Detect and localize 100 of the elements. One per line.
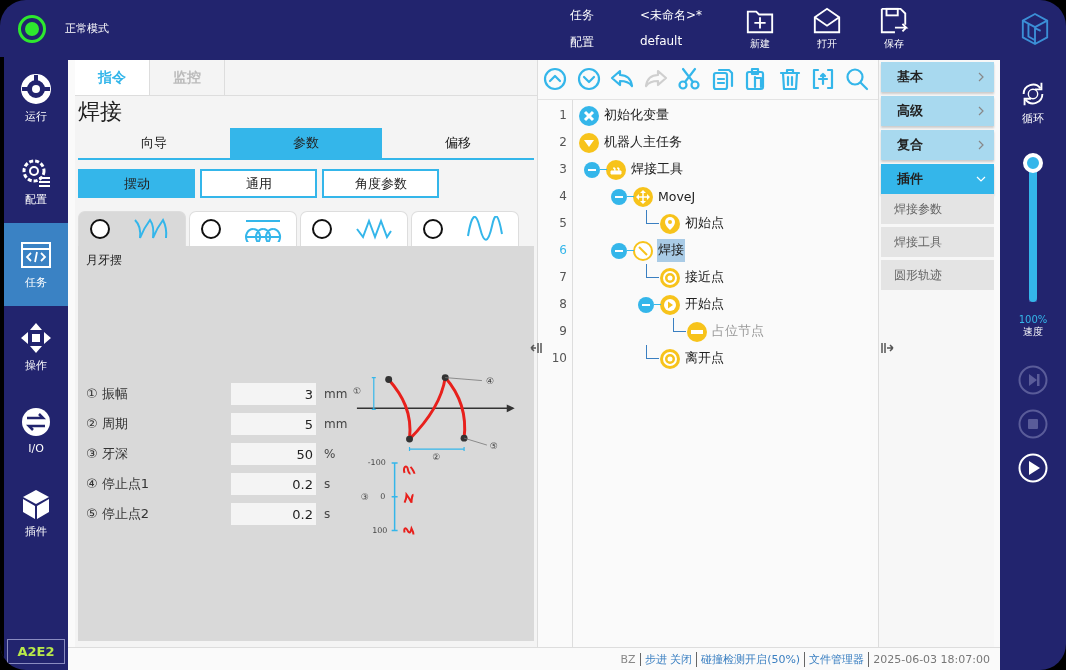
category-item[interactable]: 基本: [881, 62, 994, 92]
sub-tab[interactable]: 向导: [78, 128, 230, 158]
chevron-down-icon[interactable]: [576, 67, 601, 91]
tree-node[interactable]: 机器人主任务: [573, 129, 878, 156]
status-item: 2025-06-03 18:07:00: [872, 652, 991, 666]
param-input[interactable]: 50: [231, 443, 316, 465]
sub-tab[interactable]: 参数: [230, 128, 382, 158]
node-label: MoveJ: [657, 188, 697, 206]
cross-circle-icon: [579, 105, 599, 126]
node-label: 开始点: [684, 295, 725, 313]
line-number: 9: [558, 323, 568, 340]
copy-icon[interactable]: [710, 67, 735, 91]
param-label: ⑤ 停止点2: [86, 505, 151, 523]
tree-node[interactable]: MoveJ: [573, 183, 878, 210]
diagram-label: 0: [380, 492, 386, 502]
pattern-tab[interactable]: [189, 211, 297, 246]
line-number: 4: [558, 188, 568, 205]
param-input[interactable]: 3: [231, 383, 316, 405]
sub-tab[interactable]: 偏移: [382, 128, 534, 158]
task-name: <未命名>*: [639, 6, 704, 24]
nav-item[interactable]: 配置: [4, 140, 68, 223]
collapse-toggle[interactable]: [638, 297, 654, 313]
nav-item[interactable]: 操作: [4, 306, 68, 389]
collapse-toggle[interactable]: [584, 162, 600, 178]
tree-node[interactable]: 开始点: [573, 291, 878, 318]
category-item[interactable]: 复合: [881, 130, 994, 160]
node-label: 机器人主任务: [603, 133, 683, 151]
target-circle-icon: [660, 267, 680, 288]
target-circle-icon: [660, 348, 680, 369]
status-item[interactable]: 文件管理器: [805, 651, 870, 667]
splitter-left-icon[interactable]: [530, 342, 544, 354]
status-item[interactable]: 步进 关闭: [640, 651, 698, 667]
version-badge: A2E2: [7, 639, 65, 664]
pattern-tab[interactable]: [78, 211, 186, 246]
config-label: 配置: [570, 33, 595, 51]
pattern-tab[interactable]: [300, 211, 408, 246]
diagram-label: ①: [353, 386, 362, 397]
nav-item[interactable]: 运行: [4, 57, 68, 140]
new-button[interactable]: 新建: [740, 6, 780, 51]
bracket-insert-icon[interactable]: [811, 67, 835, 91]
nav-item[interactable]: 任务: [4, 223, 68, 306]
section-button[interactable]: 摆动: [78, 169, 195, 198]
tool-circle-icon: [606, 159, 626, 180]
diagram-label: ③: [361, 491, 370, 502]
tree-node[interactable]: 接近点: [573, 264, 878, 291]
run-icon: [20, 73, 52, 105]
task-icon: [20, 239, 52, 271]
unit-label: mm: [324, 417, 348, 431]
section-button[interactable]: 通用: [200, 169, 317, 198]
tree-node[interactable]: 初始点: [573, 210, 878, 237]
param-label: ③ 牙深: [86, 445, 129, 463]
nav-item[interactable]: 插件: [4, 472, 68, 555]
floppy-disk-icon: [879, 6, 909, 36]
play-button[interactable]: [1018, 453, 1048, 483]
line-number: 10: [550, 350, 568, 367]
status-item[interactable]: 碰撞检测开启(50%): [697, 651, 806, 667]
param-input[interactable]: 0.2: [231, 473, 316, 495]
trash-icon[interactable]: [777, 67, 802, 91]
nav-item[interactable]: I/O: [4, 389, 68, 472]
cube-logo-icon: [1020, 11, 1050, 46]
splitter-right-icon[interactable]: [881, 342, 895, 354]
pattern-name: 月牙摆: [86, 252, 122, 269]
save-button[interactable]: 保存: [874, 6, 914, 51]
unit-label: mm: [324, 387, 348, 401]
node-label: 初始点: [684, 214, 725, 232]
diagram-label: ②: [432, 452, 441, 462]
line-number: 1: [558, 107, 568, 124]
line-number: 5: [558, 215, 568, 232]
category-item[interactable]: 插件: [881, 164, 994, 194]
node-label: 离开点: [684, 349, 725, 367]
collapse-toggle[interactable]: [611, 189, 627, 205]
tree-node[interactable]: 焊接: [573, 237, 878, 264]
command-item[interactable]: 焊接工具: [881, 227, 994, 257]
scissors-icon[interactable]: [677, 67, 701, 91]
line-number: 7: [558, 269, 568, 286]
speed-label: 速度: [1023, 325, 1043, 339]
io-icon: [20, 406, 52, 438]
operate-icon: [20, 322, 52, 354]
speed-reading: 100%: [1018, 314, 1048, 325]
chevron-right-icon: [976, 140, 986, 150]
param-input[interactable]: 0.2: [231, 503, 316, 525]
chevron-up-icon[interactable]: [543, 67, 567, 91]
category-item[interactable]: 高级: [881, 96, 994, 126]
pin-circle-icon: [660, 213, 680, 234]
search-icon[interactable]: [844, 67, 869, 91]
chevron-down-icon: [976, 174, 986, 184]
open-button[interactable]: 打开: [807, 6, 847, 51]
node-label: 接近点: [684, 268, 725, 286]
param-input[interactable]: 5: [231, 413, 316, 435]
section-button[interactable]: 角度参数: [322, 169, 439, 198]
command-item[interactable]: 圆形轨迹: [881, 260, 994, 290]
command-item[interactable]: 焊接参数: [881, 194, 994, 224]
tree-node[interactable]: 初始化变量: [573, 102, 878, 129]
tree-node[interactable]: 焊接工具: [573, 156, 878, 183]
pattern-tab[interactable]: [411, 211, 519, 246]
tree-node[interactable]: 离开点: [573, 345, 878, 372]
triangle-circle-icon: [579, 132, 599, 153]
node-label: 焊接工具: [630, 160, 684, 178]
node-label: 焊接: [657, 239, 685, 262]
collapse-toggle[interactable]: [611, 243, 627, 259]
